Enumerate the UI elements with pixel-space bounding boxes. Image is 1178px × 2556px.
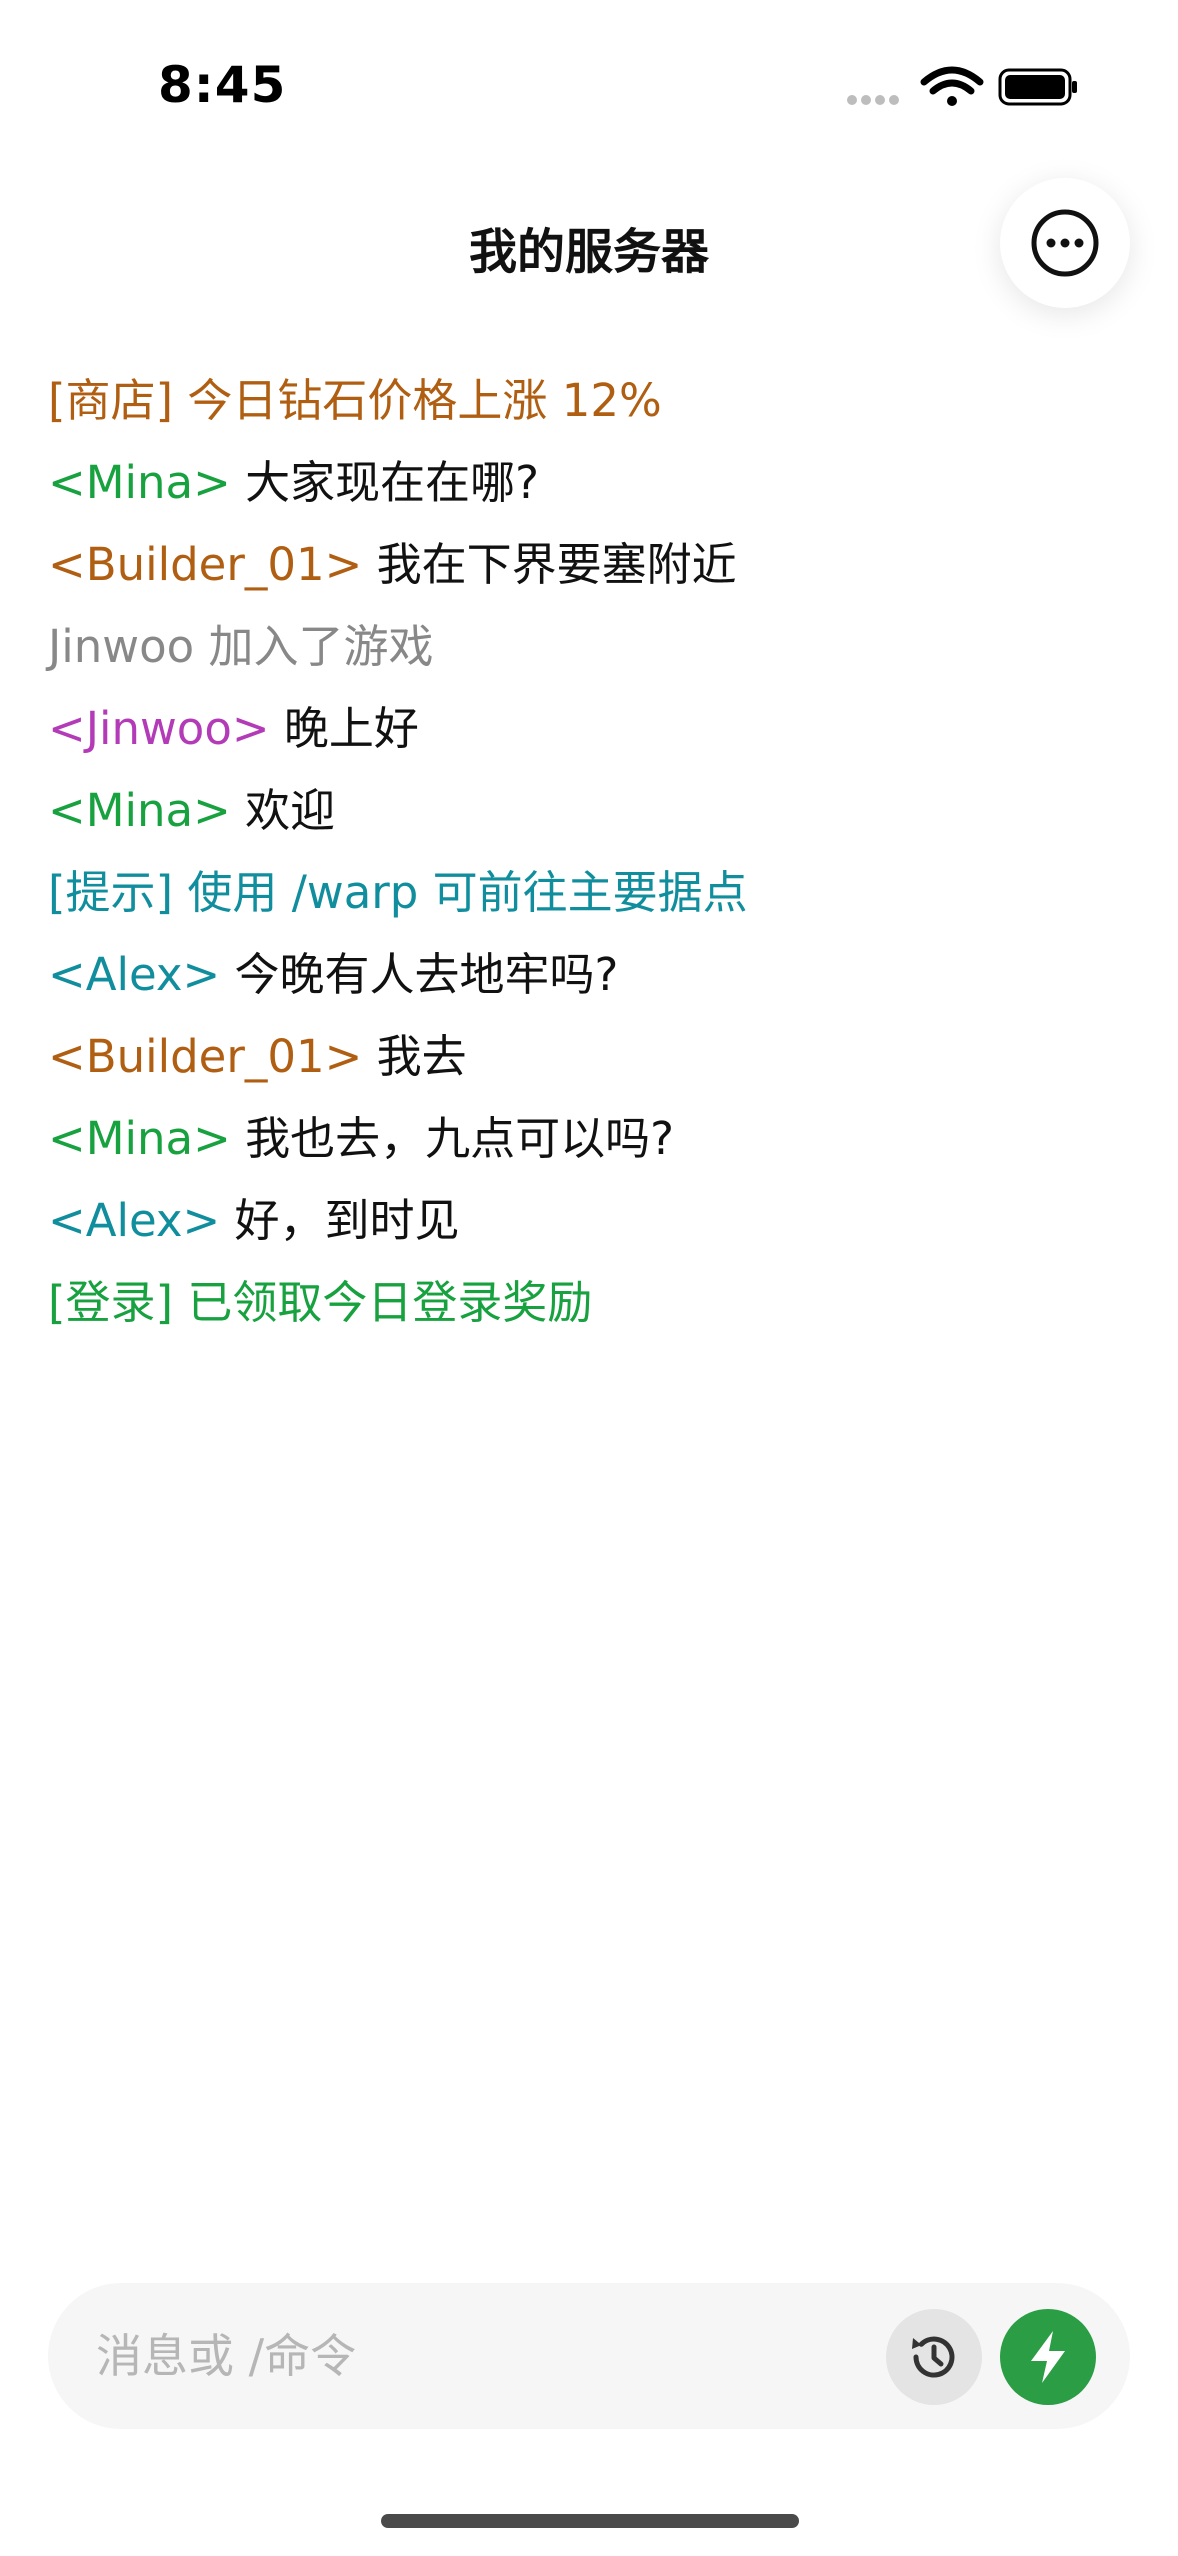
chat-line: <Alex> 今晚有人去地牢吗? — [48, 934, 1128, 1016]
signal-dots-icon — [847, 95, 899, 105]
chat-message: 欢迎 — [230, 784, 336, 837]
send-command-button[interactable] — [1000, 2309, 1096, 2405]
shop-tag: [商店] — [48, 374, 174, 427]
chat-message: 今晚有人去地牢吗? — [220, 948, 619, 1001]
home-indicator — [381, 2514, 799, 2528]
chat-message: 我也去，九点可以吗? — [230, 1112, 675, 1165]
join-notice: Jinwoo 加入了游戏 — [48, 620, 434, 673]
battery-icon — [998, 68, 1077, 106]
status-icons — [840, 62, 1080, 112]
chat-username: <Mina> — [48, 456, 231, 509]
chat-username: <Alex> — [48, 948, 221, 1001]
chat-username: <Builder_01> — [48, 1030, 363, 1083]
chat-message: 好，到时见 — [220, 1194, 460, 1247]
chat-message: 大家现在在哪? — [230, 456, 540, 509]
chat-message: 使用 /warp 可前往主要据点 — [173, 866, 748, 919]
chat-message: 已领取今日登录奖励 — [173, 1276, 593, 1329]
more-button[interactable] — [1000, 178, 1130, 308]
chat-line: <Alex> 好，到时见 — [48, 1180, 1128, 1262]
lightning-bolt-icon — [1031, 2331, 1065, 2383]
wifi-icon — [920, 66, 984, 106]
chat-message: 今日钻石价格上涨 12% — [173, 374, 662, 427]
status-bar: 8:45 — [0, 0, 1178, 150]
chat-line: <Mina> 我也去，九点可以吗? — [48, 1098, 1128, 1180]
message-input-bar — [48, 2283, 1130, 2429]
chat-line: <Mina> 欢迎 — [48, 770, 1128, 852]
chat-line: <Builder_01> 我在下界要塞附近 — [48, 524, 1128, 606]
ellipsis-circle-icon — [1031, 209, 1099, 277]
history-button[interactable] — [886, 2309, 982, 2405]
chat-username: <Alex> — [48, 1194, 221, 1247]
chat-username: <Jinwoo> — [48, 702, 270, 755]
chat-log: [商店] 今日钻石价格上涨 12% <Mina> 大家现在在哪? <Builde… — [48, 360, 1128, 1344]
chat-line: [提示] 使用 /warp 可前往主要据点 — [48, 852, 1128, 934]
message-input[interactable] — [96, 2283, 896, 2429]
header: 我的服务器 — [0, 178, 1178, 308]
chat-line: <Builder_01> 我去 — [48, 1016, 1128, 1098]
history-clock-icon — [912, 2336, 955, 2378]
chat-line: [商店] 今日钻石价格上涨 12% — [48, 360, 1128, 442]
tip-tag: [提示] — [48, 866, 174, 919]
chat-username: <Builder_01> — [48, 538, 363, 591]
chat-message: 晚上好 — [269, 702, 419, 755]
chat-username: <Mina> — [48, 1112, 231, 1165]
chat-message: 我去 — [362, 1030, 467, 1083]
chat-message: 我在下界要塞附近 — [362, 538, 737, 591]
chat-line: <Jinwoo> 晚上好 — [48, 688, 1128, 770]
chat-line: <Mina> 大家现在在哪? — [48, 442, 1128, 524]
chat-username: <Mina> — [48, 784, 231, 837]
status-time: 8:45 — [158, 56, 287, 114]
login-tag: [登录] — [48, 1276, 174, 1329]
chat-line: Jinwoo 加入了游戏 — [48, 606, 1128, 688]
chat-line: [登录] 已领取今日登录奖励 — [48, 1262, 1128, 1344]
